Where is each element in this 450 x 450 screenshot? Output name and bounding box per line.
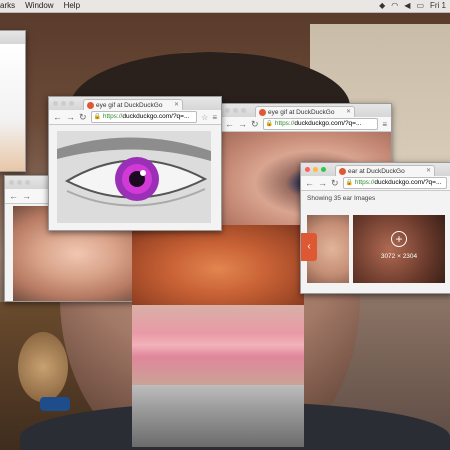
reload-icon[interactable]: ↻ xyxy=(251,117,259,131)
bookmark-star-icon[interactable]: ☆ xyxy=(201,113,208,122)
browser-window-eye[interactable]: eye gif at DuckDuckGo ✕ ← → ↻ 🔒 https://… xyxy=(48,96,222,231)
background-lamp xyxy=(18,332,68,402)
url-scheme: https:// xyxy=(274,120,295,127)
back-arrow-icon[interactable]: ← xyxy=(53,110,62,124)
reload-icon[interactable]: ↻ xyxy=(331,176,339,190)
tab-bar xyxy=(0,31,25,44)
forward-arrow-icon[interactable]: → xyxy=(22,189,31,203)
mac-menubar: arks Window Help ◆ ◠ ◀ ▭ Fri 1 xyxy=(0,0,450,13)
chin-image-panel[interactable] xyxy=(132,385,304,447)
browser-window-ear-results[interactable]: ear at DuckDuckGo ✕ ← → ↻ 🔒 https://duck… xyxy=(300,162,450,294)
address-toolbar: ← → ↻ 🔒 https://duckduckgo.com/?q=... ≡ xyxy=(221,117,391,132)
window-controls[interactable] xyxy=(305,167,326,172)
dropbox-icon[interactable]: ◆ xyxy=(379,1,385,11)
previous-image-arrow-icon[interactable]: ‹ xyxy=(301,233,317,261)
browser-tab[interactable]: eye gif at DuckDuckGo ✕ xyxy=(255,106,355,117)
url-text: duckduckgo.com/?q=... xyxy=(374,179,442,186)
duckduckgo-favicon-icon xyxy=(259,109,266,116)
duckduckgo-favicon-icon xyxy=(87,102,94,109)
menu-item-help[interactable]: Help xyxy=(64,1,80,11)
browser-tab[interactable]: ear at DuckDuckGo ✕ xyxy=(335,165,435,176)
url-scheme: https:// xyxy=(102,113,123,120)
window-controls[interactable] xyxy=(225,108,246,113)
url-bar[interactable]: 🔒 https://duckduckgo.com/?q=... xyxy=(262,118,379,130)
eye-illustration xyxy=(57,131,211,223)
forward-arrow-icon[interactable]: → xyxy=(238,117,247,131)
hamburger-menu-icon[interactable]: ≡ xyxy=(382,120,387,129)
lock-icon: 🔒 xyxy=(93,114,102,120)
url-bar[interactable]: 🔒 https://duckduckgo.com/?q=... xyxy=(342,177,447,189)
address-toolbar: ← → ↻ 🔒 https://duckduckgo.com/?q=... ☆ … xyxy=(49,110,221,125)
menubar-clock[interactable]: Fri 1 xyxy=(430,1,446,11)
wifi-icon[interactable]: ◠ xyxy=(391,1,398,11)
window-controls[interactable] xyxy=(53,101,74,106)
back-arrow-icon[interactable]: ← xyxy=(305,176,314,190)
background-blue-object xyxy=(40,397,70,411)
battery-icon[interactable]: ▭ xyxy=(416,1,424,11)
tab-close-icon[interactable]: ✕ xyxy=(346,107,351,117)
lock-icon: 🔒 xyxy=(265,121,274,127)
nose-image-panel[interactable] xyxy=(132,225,304,305)
forward-arrow-icon[interactable]: → xyxy=(318,176,327,190)
hamburger-menu-icon[interactable]: ≡ xyxy=(212,113,217,122)
tab-title: eye gif at DuckDuckGo xyxy=(268,109,335,116)
browser-tab[interactable]: eye gif at DuckDuckGo ✕ xyxy=(83,99,183,110)
address-toolbar: ← → ↻ 🔒 https://duckduckgo.com/?q=... xyxy=(301,176,450,191)
url-text: duckduckgo.com/?q=... xyxy=(294,120,362,127)
image-resolution-label: 3072 × 2304 xyxy=(380,253,418,260)
window-controls[interactable] xyxy=(9,180,30,185)
lips-image-panel[interactable] xyxy=(132,305,304,385)
volume-icon[interactable]: ◀ xyxy=(404,1,410,11)
ear-result-selected-thumbnail[interactable]: + 3072 × 2304 xyxy=(353,215,445,283)
menu-item-window[interactable]: Window xyxy=(25,1,53,11)
lock-icon: 🔒 xyxy=(345,180,354,186)
menu-item-bookmarks[interactable]: arks xyxy=(0,1,15,11)
url-bar[interactable]: 🔒 https://duckduckgo.com/?q=... xyxy=(90,111,198,123)
tab-title: eye gif at DuckDuckGo xyxy=(96,102,163,109)
tab-close-icon[interactable]: ✕ xyxy=(426,166,431,176)
tab-bar: eye gif at DuckDuckGo ✕ xyxy=(221,104,391,117)
forward-arrow-icon[interactable]: → xyxy=(66,110,75,124)
results-count-label: Showing 35 ear Images xyxy=(307,195,376,202)
tab-title: ear at DuckDuckGo xyxy=(348,168,405,175)
back-arrow-icon[interactable]: ← xyxy=(9,189,18,203)
tab-close-icon[interactable]: ✕ xyxy=(174,100,179,110)
browser-window-left-strip[interactable] xyxy=(0,30,26,172)
tab-bar: ear at DuckDuckGo ✕ xyxy=(301,163,450,176)
duckduckgo-favicon-icon xyxy=(339,168,346,175)
reload-icon[interactable]: ↻ xyxy=(79,110,87,124)
tab-bar: eye gif at DuckDuckGo ✕ xyxy=(49,97,221,110)
purple-eye-gif-image[interactable] xyxy=(57,131,211,223)
back-arrow-icon[interactable]: ← xyxy=(225,117,234,131)
window-content xyxy=(0,44,25,171)
expand-plus-icon[interactable]: + xyxy=(391,231,407,247)
url-scheme: https:// xyxy=(354,179,375,186)
url-text: duckduckgo.com/?q=... xyxy=(122,113,190,120)
